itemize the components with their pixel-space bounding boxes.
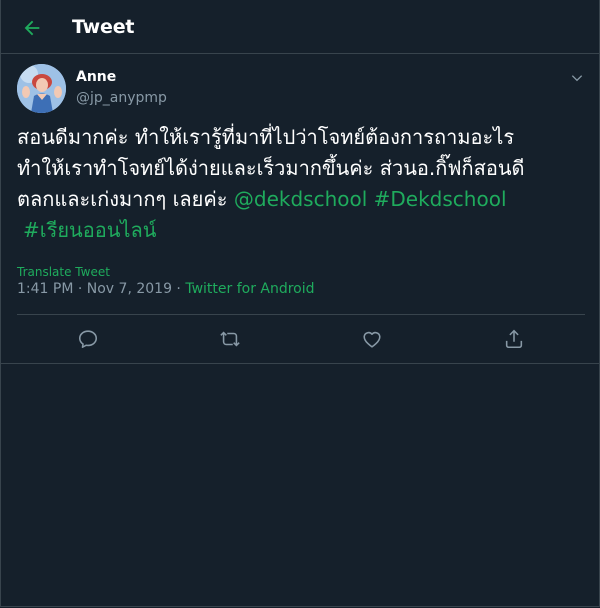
share-icon	[505, 329, 523, 349]
heart-icon	[363, 331, 381, 348]
page-header: Tweet	[1, 0, 599, 54]
tweet-page: Tweet Anne @jp_anypmp สอนดีมากค่ะ ทำให้เ…	[0, 0, 600, 607]
avatar[interactable]	[17, 64, 66, 113]
tweet-text: สอนดีมากค่ะ ทำให้เรารู้ที่มาที่ไปว่าโจทย…	[17, 122, 583, 246]
tweet-text-segment: ตลกและเก่งมากๆ เลยค่ะ	[17, 187, 228, 211]
back-button[interactable]	[15, 11, 49, 45]
avatar-illustration	[17, 64, 66, 113]
tweet-text-line: ตลกและเก่งมากๆ เลยค่ะ @dekdschool #Dekds…	[17, 184, 583, 215]
page-title: Tweet	[72, 16, 135, 38]
reply-button[interactable]	[76, 327, 100, 351]
tweet-text-line: ทำให้เราทำโจทย์ได้ง่ายและเร็วมากขึ้นค่ะ …	[17, 156, 525, 180]
retweet-button[interactable]	[218, 327, 242, 351]
author-name[interactable]: Anne	[76, 69, 116, 85]
source-link[interactable]: Twitter for Android	[185, 281, 314, 297]
tweet-text-line: #เรียนออนไลน์	[17, 215, 583, 246]
chevron-down-icon	[571, 75, 583, 82]
mention-link[interactable]: @dekdschool	[234, 187, 367, 211]
arrow-left-icon	[24, 20, 40, 36]
tweet-meta: 1:41 PM · Nov 7, 2019 · Twitter for Andr…	[17, 281, 315, 297]
action-bar	[1, 315, 599, 363]
translate-tweet-link[interactable]: Translate Tweet	[17, 265, 110, 279]
hashtag-link[interactable]: #Dekdschool	[374, 187, 507, 211]
hashtag-link[interactable]: #เรียนออนไลน์	[23, 218, 156, 242]
author-handle[interactable]: @jp_anypmp	[76, 90, 167, 106]
divider	[1, 363, 599, 364]
share-button[interactable]	[502, 327, 526, 351]
retweet-icon	[220, 331, 240, 347]
more-options-button[interactable]	[567, 68, 587, 88]
tweet-text-line: สอนดีมากค่ะ ทำให้เรารู้ที่มาที่ไปว่าโจทย…	[17, 125, 515, 149]
reply-icon	[78, 330, 98, 349]
timestamp[interactable]: 1:41 PM · Nov 7, 2019 ·	[17, 281, 185, 297]
like-button[interactable]	[360, 327, 384, 351]
